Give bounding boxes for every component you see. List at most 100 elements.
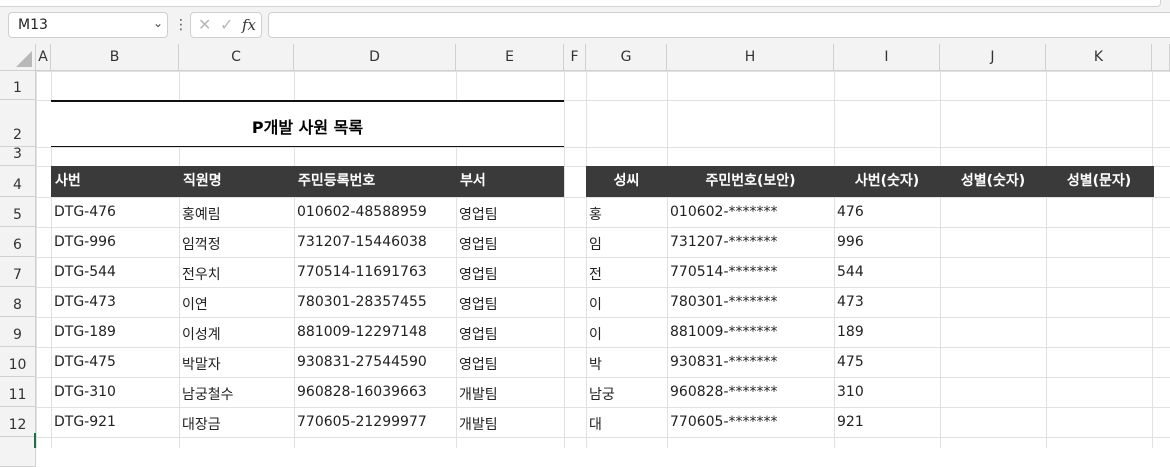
row-header-9[interactable]: 9 (0, 317, 36, 347)
table-cell[interactable]: DTG-544 (54, 264, 116, 280)
table-cell[interactable]: 881009-******* (670, 324, 778, 340)
table-cell[interactable]: DTG-996 (54, 234, 116, 250)
table-cell[interactable]: 대 (589, 414, 602, 434)
column-header-h[interactable]: H (667, 44, 834, 71)
table-cell[interactable]: 이 (589, 294, 602, 314)
table-cell[interactable]: DTG-475 (54, 354, 116, 370)
table-cell[interactable]: DTG-476 (54, 204, 116, 220)
row-header-5[interactable]: 5 (0, 197, 36, 227)
table-cell[interactable]: 780301-******* (670, 294, 778, 310)
table-cell[interactable]: 930831-******* (670, 354, 778, 370)
chevron-down-icon[interactable]: ⌄ (153, 16, 163, 30)
table-cell[interactable]: 921 (837, 414, 864, 430)
sheet-grid[interactable]: P개발 사원 목록 사번 직원명 주민등록번호 부서 성씨 주민번호(보안) 사번(숫자)… (36, 71, 1170, 448)
header-cell[interactable]: 부서 (460, 166, 486, 197)
gridline-horizontal (36, 407, 1170, 408)
header-cell[interactable]: 주민등록번호 (298, 166, 375, 197)
table-cell[interactable]: 189 (837, 324, 864, 340)
table-cell[interactable]: 개발팀 (459, 414, 498, 434)
table-cell[interactable]: 881009-12297148 (297, 324, 427, 340)
table-cell[interactable]: 960828-******* (670, 384, 778, 400)
table-cell[interactable]: 영업팀 (459, 324, 498, 344)
table-cell[interactable]: 전 (589, 264, 602, 284)
table-cell[interactable]: 전우치 (182, 264, 221, 284)
row-header-2[interactable]: 2 (0, 100, 36, 147)
table-cell[interactable]: DTG-921 (54, 414, 116, 430)
table-cell[interactable]: 이연 (182, 294, 208, 314)
row-header-4[interactable]: 4 (0, 166, 36, 197)
column-header-next[interactable] (1152, 44, 1170, 71)
table-cell[interactable]: 임 (589, 234, 602, 254)
table-cell[interactable]: 731207-******* (670, 234, 778, 250)
table-cell[interactable]: 영업팀 (459, 294, 498, 314)
table-cell[interactable]: 770605-******* (670, 414, 778, 430)
table-cell[interactable]: 영업팀 (459, 264, 498, 284)
column-header-f[interactable]: F (564, 44, 586, 71)
enter-icon[interactable]: ✓ (220, 15, 233, 34)
name-box[interactable]: M13 ⌄ (8, 12, 168, 38)
header-cell[interactable]: 성별(문자) (1046, 166, 1152, 197)
insert-function-button[interactable]: fx (242, 16, 256, 34)
table-cell[interactable]: 475 (837, 354, 864, 370)
row-header-8[interactable]: 8 (0, 287, 36, 317)
table-cell[interactable]: 780301-28357455 (297, 294, 427, 310)
header-cell[interactable]: 사번 (55, 166, 81, 197)
select-all-button[interactable] (0, 44, 36, 71)
row-header-3[interactable]: 3 (0, 146, 36, 166)
table-cell[interactable]: 010602-48588959 (297, 204, 427, 220)
table-cell[interactable]: DTG-310 (54, 384, 116, 400)
table-cell[interactable]: 영업팀 (459, 204, 498, 224)
column-header-g[interactable]: G (586, 44, 667, 71)
row-header-7[interactable]: 7 (0, 257, 36, 287)
column-header-d[interactable]: D (294, 44, 456, 71)
table-cell[interactable]: 476 (837, 204, 864, 220)
table-cell[interactable]: 홍예림 (182, 204, 221, 224)
table-cell[interactable]: 996 (837, 234, 864, 250)
column-header-e[interactable]: E (456, 44, 564, 71)
table-cell[interactable]: 731207-15446038 (297, 234, 427, 250)
column-header-a[interactable]: A (36, 44, 51, 71)
column-header-k[interactable]: K (1046, 44, 1152, 71)
table-cell[interactable]: DTG-473 (54, 294, 116, 310)
table-cell[interactable]: 박말자 (182, 354, 221, 374)
more-options-icon[interactable]: ⋮ (174, 18, 188, 32)
formula-input[interactable] (268, 12, 1170, 38)
row-header-12[interactable]: 12 (0, 407, 36, 437)
table-cell[interactable]: 770514-11691763 (297, 264, 427, 280)
table-cell[interactable]: 770514-******* (670, 264, 778, 280)
header-cell[interactable]: 사번(숫자) (834, 166, 940, 197)
table-cell[interactable]: 010602-******* (670, 204, 778, 220)
table-cell[interactable]: 개발팀 (459, 384, 498, 404)
row-header-next[interactable] (0, 437, 36, 467)
row-header-11[interactable]: 11 (0, 377, 36, 407)
table-cell[interactable]: 남궁철수 (182, 384, 234, 404)
table-cell[interactable]: DTG-189 (54, 324, 116, 340)
header-cell[interactable]: 주민번호(보안) (667, 166, 834, 197)
table-cell[interactable]: 473 (837, 294, 864, 310)
table-cell[interactable]: 대장금 (182, 414, 221, 434)
table-cell[interactable]: 영업팀 (459, 354, 498, 374)
table-cell[interactable]: 770605-21299977 (297, 414, 427, 430)
row-header-6[interactable]: 6 (0, 227, 36, 257)
table-cell[interactable]: 310 (837, 384, 864, 400)
column-header-i[interactable]: I (834, 44, 940, 71)
row-header-10[interactable]: 10 (0, 347, 36, 377)
cancel-icon[interactable]: ✕ (198, 15, 211, 34)
header-cell[interactable]: 성씨 (586, 166, 667, 197)
table-cell[interactable]: 930831-27544590 (297, 354, 427, 370)
table-cell[interactable]: 홍 (589, 204, 602, 224)
header-cell[interactable]: 성별(숫자) (940, 166, 1046, 197)
table-cell[interactable]: 박 (589, 354, 602, 374)
table-cell[interactable]: 544 (837, 264, 864, 280)
column-header-c[interactable]: C (179, 44, 294, 71)
table-cell[interactable]: 임꺽정 (182, 234, 221, 254)
header-cell[interactable]: 직원명 (183, 166, 222, 197)
table-cell[interactable]: 이 (589, 324, 602, 344)
table-cell[interactable]: 960828-16039663 (297, 384, 427, 400)
table-cell[interactable]: 남궁 (589, 384, 615, 404)
column-header-j[interactable]: J (940, 44, 1046, 71)
column-header-b[interactable]: B (51, 44, 179, 71)
table-cell[interactable]: 영업팀 (459, 234, 498, 254)
table-cell[interactable]: 이성계 (182, 324, 221, 344)
row-header-1[interactable]: 1 (0, 71, 36, 100)
